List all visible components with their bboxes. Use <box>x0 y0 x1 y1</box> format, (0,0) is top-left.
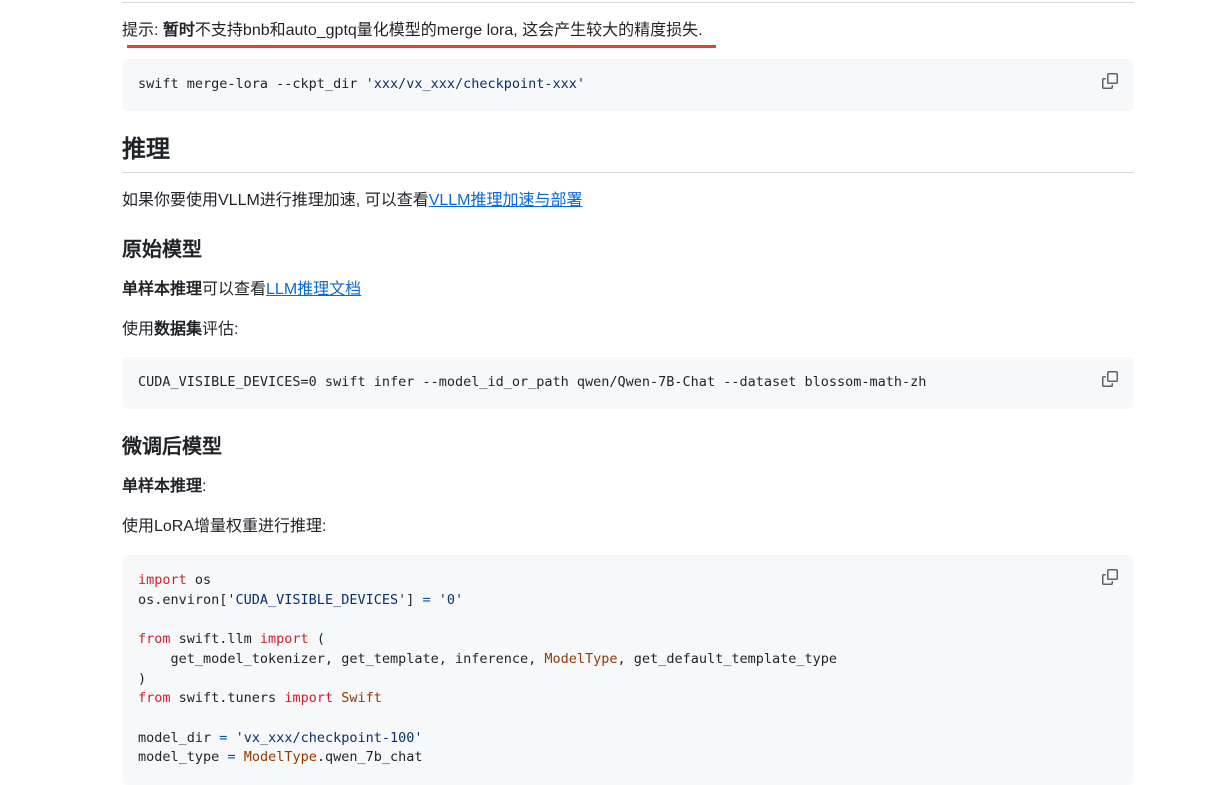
dataset-eval-text: 使用数据集评估: <box>122 321 239 338</box>
code-merge-lora[interactable]: swift merge-lora --ckpt_dir 'xxx/vx_xxx/… <box>138 76 585 92</box>
divider <box>122 2 1134 3</box>
code-infer[interactable]: CUDA_VISIBLE_DEVICES=0 swift infer --mod… <box>138 374 926 390</box>
highlight-underline <box>127 45 716 48</box>
heading-original-model: 原始模型 <box>122 239 202 261</box>
vllm-link[interactable]: VLLM推理加速与部署 <box>429 192 583 209</box>
heading-divider <box>122 172 1134 173</box>
copy-icon[interactable] <box>1102 73 1118 89</box>
copy-icon[interactable] <box>1102 569 1118 585</box>
tip-prefix: 提示: <box>122 22 163 39</box>
heading-inference: 推理 <box>122 136 170 163</box>
inference-intro: 如果你要使用VLLM进行推理加速, 可以查看VLLM推理加速与部署 <box>122 192 583 209</box>
llm-infer-doc-link[interactable]: LLM推理文档 <box>266 281 361 298</box>
tip-rest: 不支持bnb和auto_gptq量化模型的merge lora, 这会产生较大的… <box>194 22 703 39</box>
code-block-infer: CUDA_VISIBLE_DEVICES=0 swift infer --mod… <box>122 357 1134 409</box>
original-single-inference: 单样本推理可以查看LLM推理文档 <box>122 281 362 298</box>
finetuned-single-inference: 单样本推理: <box>122 478 207 495</box>
tip-bold: 暂时 <box>162 22 195 39</box>
code-python[interactable]: import os os.environ['CUDA_VISIBLE_DEVIC… <box>138 571 837 768</box>
code-block-python: import os os.environ['CUDA_VISIBLE_DEVIC… <box>122 555 1134 785</box>
heading-finetuned-model: 微调后模型 <box>122 436 222 458</box>
tip-paragraph: 提示: 暂时不支持bnb和auto_gptq量化模型的merge lora, 这… <box>122 19 703 43</box>
lora-inference-text: 使用LoRA增量权重进行推理: <box>122 518 327 535</box>
copy-icon[interactable] <box>1102 371 1118 387</box>
code-block-merge-lora: swift merge-lora --ckpt_dir 'xxx/vx_xxx/… <box>122 59 1134 111</box>
